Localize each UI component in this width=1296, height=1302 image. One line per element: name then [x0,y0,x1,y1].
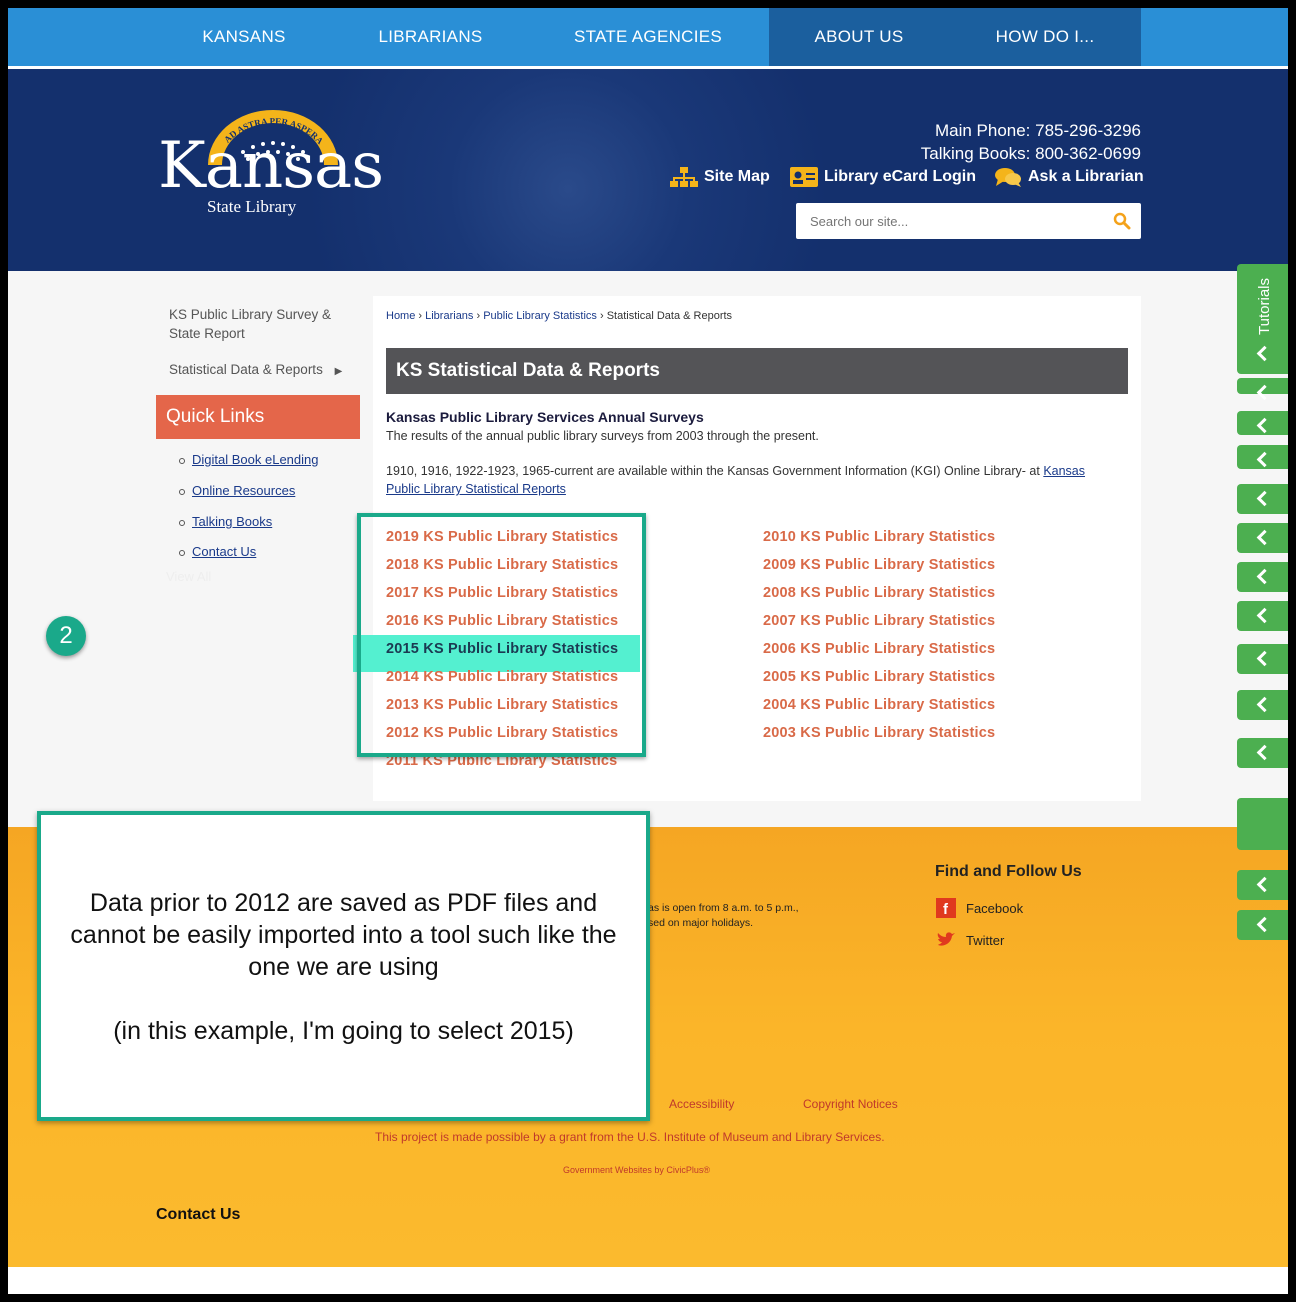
side-tab[interactable] [1237,601,1288,631]
stat-link-2004[interactable]: 2004 KS Public Library Statistics [763,697,995,713]
ecard-login-link[interactable]: Library eCard Login [790,166,976,188]
nav-kansans[interactable]: KANSANS [163,8,325,66]
page: KANSANS LIBRARIANS STATE AGENCIES ABOUT … [8,8,1288,1294]
crumb-public-library-stats[interactable]: Public Library Statistics [483,310,597,322]
chat-bubbles-icon [995,168,1021,187]
quick-link-talking[interactable]: Talking Books [179,514,272,529]
twitter-icon [937,932,955,946]
quick-link-label: Online Resources [192,483,296,498]
stat-link-2007[interactable]: 2007 KS Public Library Statistics [763,613,995,629]
quick-links-header: Quick Links [156,395,360,439]
footer-contact-us[interactable]: Contact Us [156,1206,240,1224]
side-tab[interactable] [1237,870,1288,900]
site-map-label: Site Map [704,168,770,185]
tutorials-tab-label: Tutorials [1256,278,1273,335]
side-tab[interactable] [1237,910,1288,940]
stat-link-2008[interactable]: 2008 KS Public Library Statistics [763,585,995,601]
main-phone: Main Phone: 785-296-3296 [934,121,1141,140]
stat-link-2006[interactable]: 2006 KS Public Library Statistics [763,641,995,657]
ask-librarian-link[interactable]: Ask a Librarian [994,166,1144,188]
site-map-link[interactable]: Site Map [670,166,770,188]
nav-state-agencies[interactable]: STATE AGENCIES [548,8,748,66]
stat-link-2010[interactable]: 2010 KS Public Library Statistics [763,529,995,545]
kgi-text: 1910, 1916, 1922-1923, 1965-current are … [386,462,1116,498]
quick-link-online[interactable]: Online Resources [179,483,295,498]
nav-librarians[interactable]: LIBRARIANS [348,8,513,66]
breadcrumb: Home › Librarians › Public Library Stati… [386,310,733,322]
stat-link-2003[interactable]: 2003 KS Public Library Statistics [763,725,995,741]
side-tab[interactable] [1237,445,1288,469]
logo-wordmark: Kansas [158,129,384,203]
callout-text-note: (in this example, I'm going to select 20… [113,1017,574,1045]
search-icon[interactable] [1113,212,1131,230]
crumb-home[interactable]: Home [386,310,415,322]
grant-text: This project is made possible by a grant… [375,1130,885,1144]
kgi-text-body: 1910, 1916, 1922-1923, 1965-current are … [386,464,1044,478]
quick-link-ebook[interactable]: Digital Book eLending [179,452,318,467]
bullet-icon [179,488,185,495]
side-tab[interactable] [1237,644,1288,674]
talking-books-phone: Talking Books: 800-362-0699 [920,144,1141,163]
top-nav: KANSANS LIBRARIANS STATE AGENCIES ABOUT … [8,8,1288,66]
intro-text: The results of the annual public library… [386,429,819,443]
stat-link-2005[interactable]: 2005 KS Public Library Statistics [763,669,995,685]
page-title: KS Statistical Data & Reports [386,348,1128,394]
sidebar-item-label: Statistical Data & Reports [169,362,323,377]
logo-subtitle: State Library [207,197,297,216]
crumb-librarians[interactable]: Librarians [425,310,473,322]
side-tab[interactable] [1237,738,1288,768]
quick-link-label: Talking Books [192,514,273,529]
nav-how-do-i[interactable]: HOW DO I... [949,8,1141,66]
annotation-callout: Data prior to 2012 are saved as PDF file… [37,811,650,1121]
bullet-icon [179,457,185,464]
side-tab[interactable] [1237,562,1288,592]
section-heading: Kansas Public Library Services Annual Su… [386,409,704,425]
side-tab[interactable] [1237,523,1288,553]
quick-link-contact[interactable]: Contact Us [179,544,256,559]
crumb-current: Statistical Data & Reports [606,310,733,322]
arrow-right-icon: ▶ [334,366,343,377]
ask-librarian-label: Ask a Librarian [1028,168,1144,185]
hours-text-2: sed on major holidays. [648,917,754,929]
quick-link-label: Digital Book eLending [192,452,319,467]
civicplus-link[interactable]: Government Websites by CivicPlus® [563,1165,710,1175]
side-tab[interactable] [1237,690,1288,720]
stat-link-2009[interactable]: 2009 KS Public Library Statistics [763,557,995,573]
side-tab[interactable] [1237,411,1288,435]
annotation-box [357,513,646,757]
side-tab[interactable] [1237,798,1288,850]
search-input[interactable] [796,203,1086,239]
sitemap-icon [670,167,698,187]
step-badge: 2 [46,616,86,656]
accessibility-link[interactable]: Accessibility [669,1097,734,1111]
site-header: AD ASTRA PER ASPERA Kansas State Library… [8,69,1288,271]
view-all-link[interactable]: View All [166,569,211,584]
ecard-login-label: Library eCard Login [824,168,977,185]
nav-about-us[interactable]: ABOUT US [769,8,949,66]
facebook-label: Facebook [966,900,1024,916]
callout-text-main: Data prior to 2012 are saved as PDF file… [70,889,617,981]
bullet-icon [179,549,185,556]
site-search [796,203,1141,239]
copyright-link[interactable]: Copyright Notices [803,1097,898,1111]
page-bottom [8,1267,1288,1294]
bullet-icon [179,519,185,526]
side-tab[interactable] [1237,378,1288,394]
id-card-icon [790,167,818,187]
follow-title: Find and Follow Us [935,863,1082,880]
quick-link-label: Contact Us [192,544,257,559]
side-tab[interactable] [1237,484,1288,514]
sidebar-item-survey[interactable]: KS Public Library Survey & State Report [169,305,349,343]
twitter-label: Twitter [966,932,1005,948]
twitter-link[interactable]: Twitter [936,930,1004,950]
facebook-link[interactable]: f Facebook [936,898,1023,918]
hours-text-1: as is open from 8 a.m. to 5 p.m., [648,902,799,914]
facebook-icon: f [936,898,956,918]
sidebar-item-statistical[interactable]: Statistical Data & Reports ▶ [169,360,342,381]
